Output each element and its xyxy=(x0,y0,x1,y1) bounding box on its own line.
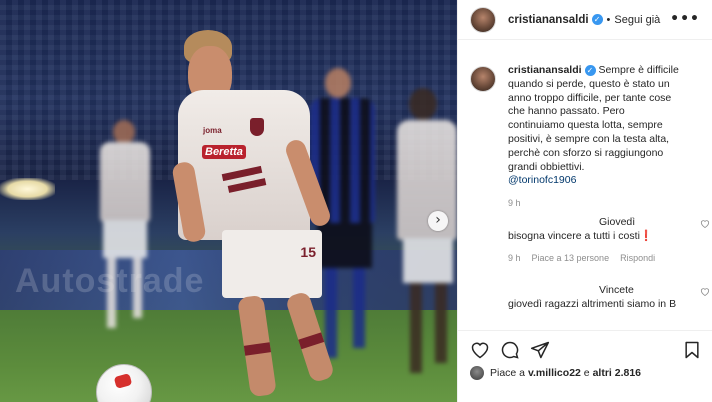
heart-icon[interactable] xyxy=(470,340,490,360)
likes-connector: e xyxy=(583,367,590,379)
jersey-number: 15 xyxy=(300,244,316,260)
following-button[interactable]: Segui già xyxy=(614,14,660,26)
post-photo[interactable]: Autostrade joma Beretta xyxy=(0,0,457,402)
comment: Vincete giovedì ragazzi altrimenti siamo… xyxy=(508,283,710,311)
jersey-brand: joma xyxy=(203,126,222,135)
heart-icon[interactable] xyxy=(700,219,710,228)
caption-username[interactable]: cristianansaldi xyxy=(508,64,582,76)
player-left-leg xyxy=(237,294,277,398)
comment-text: giovedì ragazzi altrimenti siamo in B xyxy=(508,298,677,310)
post-side-panel: cristianansaldi ✓ • Segui già ••• cristi… xyxy=(457,0,712,402)
avatar[interactable] xyxy=(470,6,496,33)
comment-username[interactable]: Vincete xyxy=(508,283,698,297)
caption-avatar[interactable] xyxy=(470,66,496,92)
likes-prefix: Piace a xyxy=(490,367,526,379)
stadium-light xyxy=(0,178,55,200)
player-shorts: 15 xyxy=(222,230,322,298)
heart-icon[interactable] xyxy=(700,287,710,296)
main-player: joma Beretta 15 xyxy=(170,30,345,402)
comment-username[interactable]: Giovedì xyxy=(508,215,698,229)
separator-dot: • xyxy=(606,13,611,26)
caption-body: cristianansaldi ✓ Sempre è difficile quan… xyxy=(508,64,683,211)
jersey-sponsor: Beretta xyxy=(202,145,246,159)
background-player-right xyxy=(395,88,457,378)
post-header: cristianansaldi ✓ • Segui già ••• xyxy=(458,0,712,40)
player-right-leg xyxy=(284,290,336,384)
share-icon[interactable] xyxy=(530,340,550,360)
comment-likes[interactable]: Piace a 13 persone xyxy=(532,253,610,263)
chevron-right-icon[interactable]: › xyxy=(428,211,448,231)
verified-icon: ✓ xyxy=(584,64,596,76)
bookmark-icon[interactable] xyxy=(682,340,702,360)
comment-meta: 9 h Piace a 13 persone Rispondi xyxy=(508,253,655,263)
caption-text: Sempre è difficile quando si perde, ques… xyxy=(508,64,679,173)
background-player-left xyxy=(95,120,155,330)
more-icon[interactable]: ••• xyxy=(670,11,700,27)
caption-timestamp[interactable]: 9 h xyxy=(508,197,683,211)
likes-summary: Piace a v.millico22 e altri 2.816 xyxy=(470,366,641,380)
comment: Giovedì bisogna vincere a tutti i costi❗ xyxy=(508,215,710,243)
action-bar xyxy=(458,330,712,366)
reply-button[interactable]: Rispondi xyxy=(620,253,655,263)
liker-username[interactable]: v.millico22 xyxy=(528,367,581,379)
mention-link[interactable]: @torinofc1906 xyxy=(508,174,683,188)
post-caption: cristianansaldi ✓ Sempre è difficile quan… xyxy=(458,40,712,211)
likes-others[interactable]: altri 2.816 xyxy=(593,367,641,379)
comment-icon[interactable] xyxy=(500,340,520,360)
liker-avatar[interactable] xyxy=(470,366,484,380)
comment-text: bisogna vincere a tutti i costi❗ xyxy=(508,230,653,242)
verified-icon: ✓ xyxy=(591,14,603,25)
header-username[interactable]: cristianansaldi xyxy=(508,14,589,26)
comment-timestamp[interactable]: 9 h xyxy=(508,253,521,263)
